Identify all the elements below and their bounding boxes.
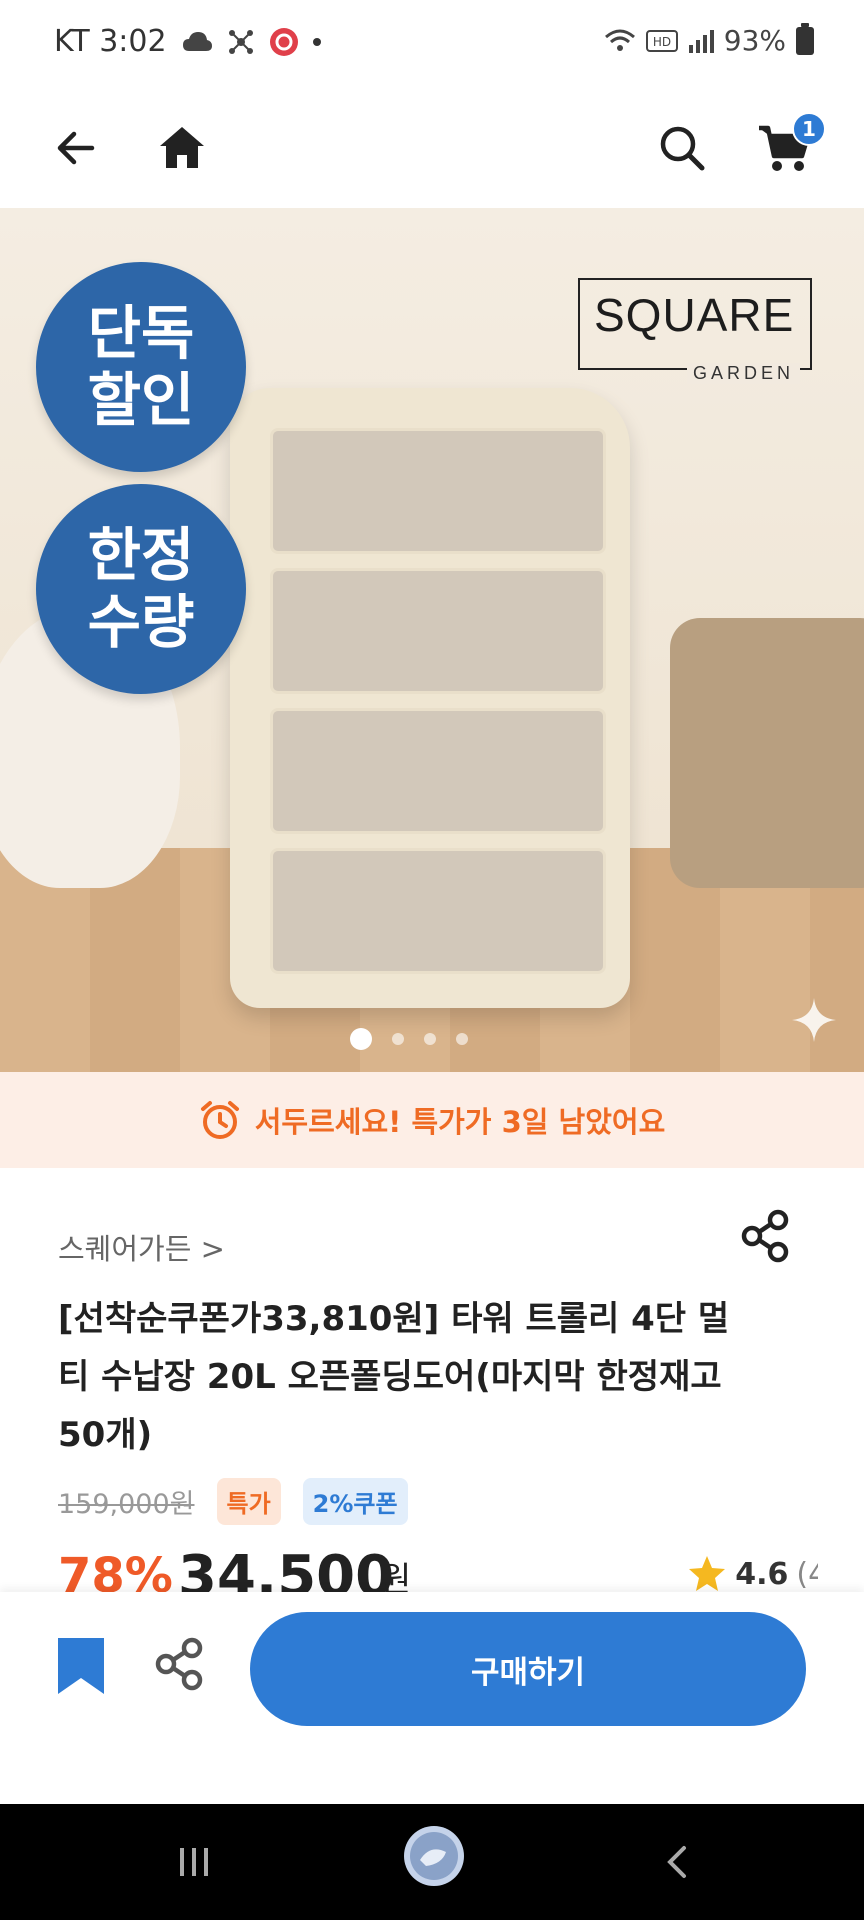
promo-text: 서두르세요! 특가가 3일 남았어요	[254, 1105, 666, 1139]
rating[interactable]: 4.6 (42)	[687, 1554, 818, 1592]
pager-dot	[392, 1033, 404, 1045]
wifi-icon	[604, 29, 635, 51]
cloud-icon	[182, 31, 212, 51]
status-bar: KT 3:02 HD 93%	[0, 0, 864, 88]
seller-link[interactable]: 스퀘어가든 >	[58, 1226, 225, 1268]
cart-count-badge: 1	[792, 112, 826, 146]
brand-logo-main: SQUARE	[594, 289, 795, 341]
back-chevron-icon	[667, 1846, 686, 1878]
share-icon	[741, 1209, 789, 1263]
back-arrow-icon	[57, 131, 95, 165]
bottom-action-bar: 구매하기	[0, 1592, 864, 1804]
search-icon	[660, 126, 705, 171]
hd-icon: HD	[645, 29, 678, 52]
network-icon	[228, 29, 253, 54]
svg-text:HD: HD	[653, 35, 671, 49]
currency-unit: 원	[380, 1560, 412, 1592]
recent-apps-icon	[180, 1848, 208, 1876]
brand-logo-sub: GARDEN	[686, 363, 800, 384]
pager-dot-active	[350, 1028, 372, 1050]
review-count: (42)	[796, 1556, 818, 1592]
special-deal-tag: 특가	[216, 1478, 281, 1525]
bookmark-button[interactable]	[54, 1634, 114, 1704]
price-tags-row: 159,000원 특가 2%쿠폰	[58, 1478, 408, 1525]
back-button[interactable]	[40, 112, 112, 184]
buy-button[interactable]: 구매하기	[250, 1612, 806, 1726]
search-button[interactable]	[646, 112, 718, 184]
share-icon	[155, 1637, 203, 1691]
product-title: [선착순쿠폰가33,810원] 타워 트롤리 4단 멀티 수납장 20L 오픈폴…	[58, 1299, 730, 1455]
sofa-illustration	[670, 618, 864, 888]
signal-icon	[688, 29, 714, 53]
share-button-bottom[interactable]	[152, 1636, 216, 1700]
notification-dot	[312, 37, 321, 46]
product-image-carousel[interactable]: 단독 할인 한정 수량 SQUARE GARDEN	[0, 208, 864, 1072]
carousel-pager	[350, 1028, 468, 1050]
sparkle-icon	[792, 998, 836, 1042]
status-right: HD 93%	[604, 22, 814, 57]
system-navigation-bar	[0, 1804, 864, 1920]
share-button-top[interactable]	[738, 1208, 808, 1278]
home-circle-icon	[404, 1826, 464, 1886]
recent-apps-button[interactable]	[164, 1832, 224, 1892]
record-icon	[269, 27, 298, 56]
promo-banner: 서두르세요! 특가가 3일 남았어요	[0, 1072, 864, 1168]
alarm-clock-icon	[200, 1101, 239, 1139]
home-nav-button[interactable]	[402, 1824, 466, 1888]
sale-price: 34,500	[178, 1552, 395, 1592]
app-bar: 1	[0, 88, 864, 208]
battery-icon	[796, 22, 814, 55]
pager-dot	[424, 1033, 436, 1045]
status-left: KT 3:02	[54, 24, 321, 59]
sale-price-row: 78% 34,500 원 4.6 (42)	[58, 1552, 818, 1592]
limited-quantity-badge: 한정 수량	[36, 484, 246, 694]
bookmark-icon	[58, 1638, 104, 1694]
carrier-time: KT 3:02	[54, 24, 167, 59]
coupon-tag[interactable]: 2%쿠폰	[302, 1478, 408, 1525]
battery-percent: 93%	[723, 24, 786, 57]
back-nav-button[interactable]	[648, 1832, 708, 1892]
storage-cabinet-illustration	[230, 388, 630, 1008]
exclusive-discount-badge: 단독 할인	[36, 262, 246, 472]
cabinet-drawer	[270, 568, 606, 694]
home-button[interactable]	[146, 112, 218, 184]
pager-dot	[456, 1033, 468, 1045]
home-icon	[160, 127, 204, 168]
star-icon	[689, 1556, 726, 1591]
rating-score: 4.6	[735, 1556, 789, 1592]
discount-rate: 78%	[58, 1552, 173, 1592]
cabinet-drawer	[270, 428, 606, 554]
cabinet-drawer	[270, 848, 606, 974]
cart-button[interactable]: 1	[748, 112, 826, 184]
cabinet-drawer	[270, 708, 606, 834]
brand-logo: SQUARE GARDEN	[578, 278, 812, 384]
original-price: 159,000원	[58, 1489, 195, 1520]
